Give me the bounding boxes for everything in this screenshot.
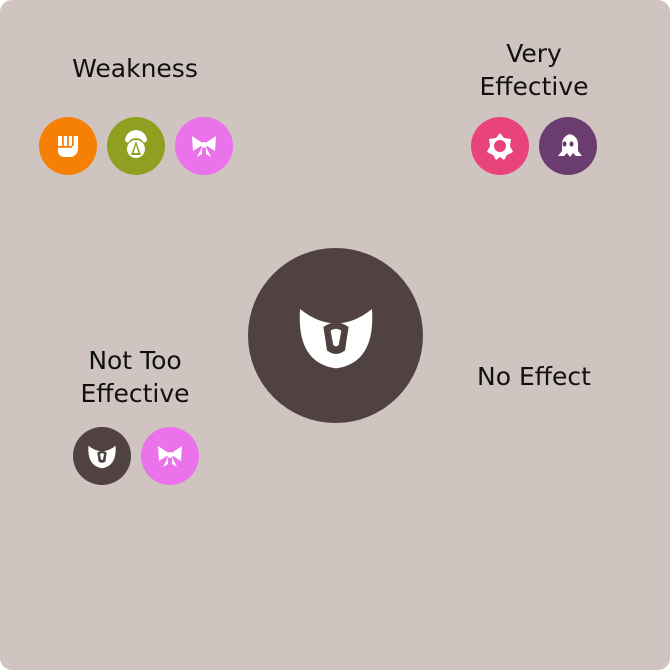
very-effective-label-line1: Very (506, 39, 562, 68)
not-too-effective-heading: Not Too Effective (25, 344, 245, 410)
very-effective-label-line2: Effective (479, 72, 589, 101)
main-type-badge[interactable] (248, 248, 423, 423)
fairy-bow-icon[interactable] (141, 427, 199, 485)
type-matchup-card: Weakness Very Effective No Effect Not To… (0, 0, 670, 670)
psychic-icon[interactable] (471, 117, 529, 175)
no-effect-label: No Effect (477, 362, 591, 391)
not-too-effective-label-line1: Not Too (88, 346, 182, 375)
ghost-icon[interactable] (539, 117, 597, 175)
dark-type-icon (299, 308, 372, 368)
bug-icon[interactable] (107, 117, 165, 175)
weakness-label: Weakness (72, 54, 198, 83)
very-effective-heading: Very Effective (424, 37, 644, 103)
no-effect-heading: No Effect (424, 360, 644, 393)
dark-type-icon[interactable] (73, 427, 131, 485)
weakness-heading: Weakness (25, 52, 245, 85)
not-too-effective-label-line2: Effective (80, 379, 190, 408)
fairy-bow-icon[interactable] (175, 117, 233, 175)
fighting-fist-icon[interactable] (39, 117, 97, 175)
